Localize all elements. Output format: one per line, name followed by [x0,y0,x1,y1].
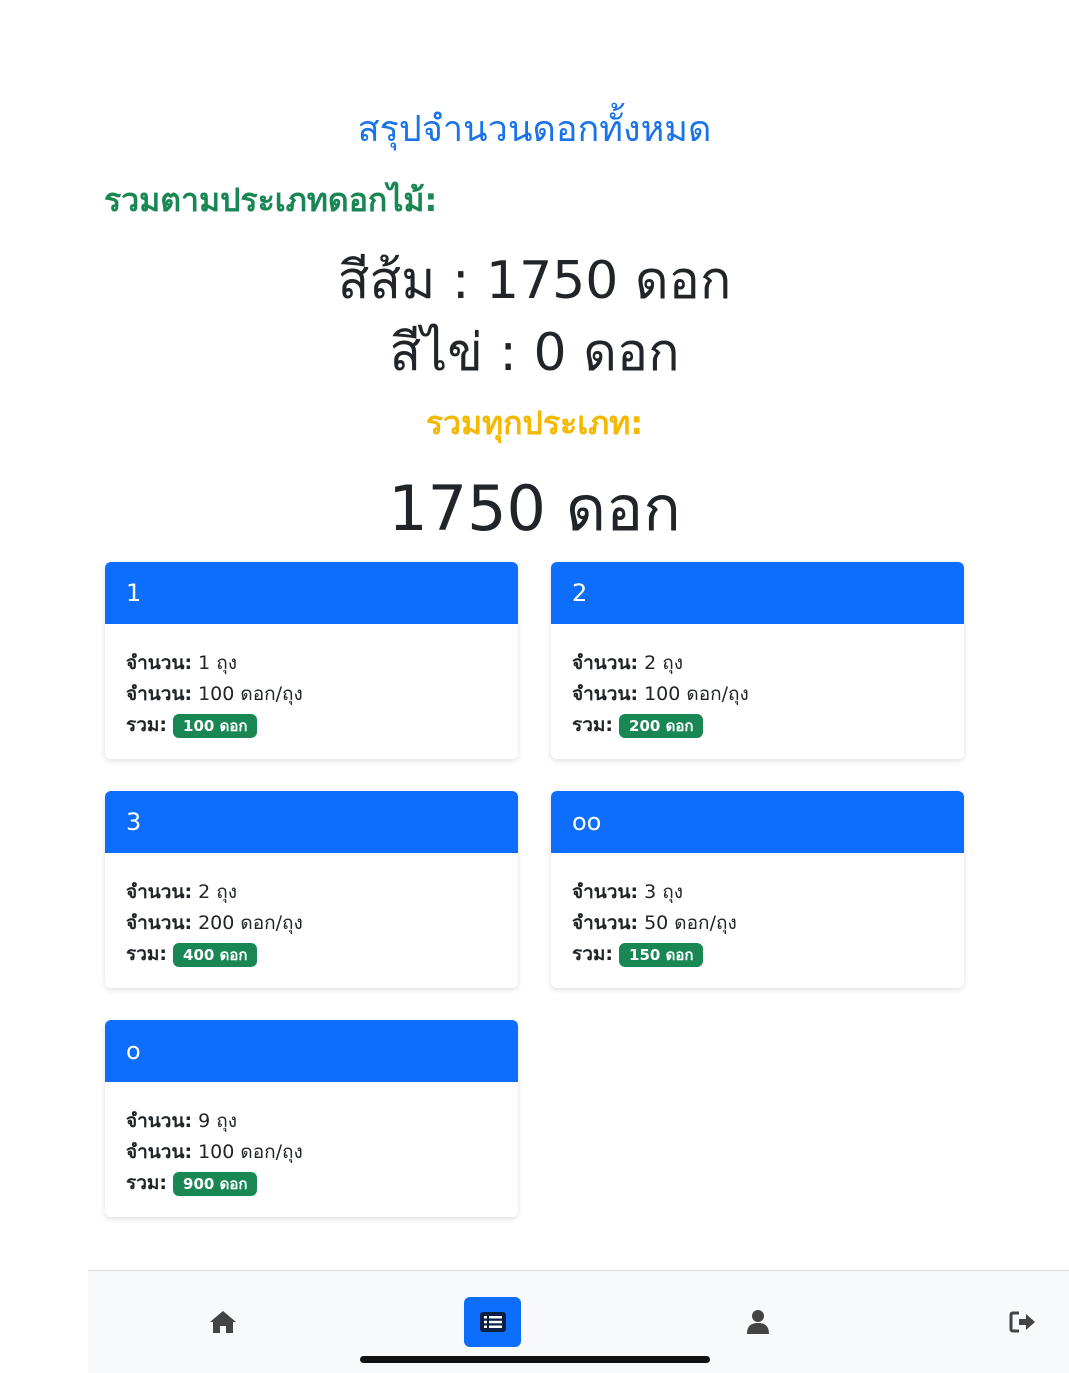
grand-total: 1750 ดอก [388,472,681,545]
total-badge: 900 ดอก [173,1171,258,1196]
summary-page: สรุปจำนวนดอกทั้งหมด รวมตามประเภทดอกไม้: … [0,0,1069,1373]
card-title: o [105,1020,518,1082]
bags-label: จำนวน: [572,881,639,903]
item-card: 2 จำนวน: 2 ถุง จำนวน: 100 ดอก/ถุง รวม: 2… [551,562,964,759]
by-type-label: รวมตามประเภทดอกไม้: [104,181,438,219]
per-bag-value: 100 ดอก/ถุง [644,683,749,705]
bags-label: จำนวน: [126,652,193,674]
all-types-label: รวมทุกประเภท: [425,404,644,442]
total-label: รวม: [126,714,167,736]
per-bag-label: จำนวน: [126,683,193,705]
per-bag-value: 100 ดอก/ถุง [198,683,303,705]
per-bag-label: จำนวน: [572,912,639,934]
total-row: รวม: 150 ดอก [572,939,943,970]
card-title: 2 [551,562,964,624]
item-card: oo จำนวน: 3 ถุง จำนวน: 50 ดอก/ถุง รวม: 1… [551,791,964,988]
per-bag-row: จำนวน: 100 ดอก/ถุง [126,679,497,710]
total-row: รวม: 200 ดอก [572,710,943,741]
card-title: oo [551,791,964,853]
bags-value: 3 ถุง [644,881,684,903]
bags-row: จำนวน: 9 ถุง [126,1106,497,1137]
total-badge: 100 ดอก [173,713,258,738]
nav-profile-button[interactable] [729,1297,786,1347]
total-label: รวม: [126,1172,167,1194]
bags-row: จำนวน: 1 ถุง [126,648,497,679]
bags-row: จำนวน: 3 ถุง [572,877,943,908]
type-total-orange: สีส้ม : 1750 ดอก [337,251,732,311]
item-card: 3 จำนวน: 2 ถุง จำนวน: 200 ดอก/ถุง รวม: 4… [105,791,518,988]
card-body: จำนวน: 2 ถุง จำนวน: 200 ดอก/ถุง รวม: 400… [105,853,518,988]
per-bag-value: 200 ดอก/ถุง [198,912,303,934]
user-icon [746,1310,769,1334]
bags-value: 2 ถุง [644,652,684,674]
bags-value: 1 ถุง [198,652,238,674]
total-label: รวม: [572,943,613,965]
total-row: รวม: 900 ดอก [126,1168,497,1199]
type-total-cream: สีไข่ : 0 ดอก [389,323,680,383]
total-badge: 200 ดอก [619,713,704,738]
per-bag-row: จำนวน: 200 ดอก/ถุง [126,908,497,939]
bags-label: จำนวน: [126,1110,193,1132]
card-title: 1 [105,562,518,624]
total-badge: 400 ดอก [173,942,258,967]
page-title: สรุปจำนวนดอกทั้งหมด [357,109,712,150]
bags-row: จำนวน: 2 ถุง [126,877,497,908]
total-row: รวม: 400 ดอก [126,939,497,970]
item-card: 1 จำนวน: 1 ถุง จำนวน: 100 ดอก/ถุง รวม: 1… [105,562,518,759]
total-badge: 150 ดอก [619,942,704,967]
bags-label: จำนวน: [126,881,193,903]
card-body: จำนวน: 9 ถุง จำนวน: 100 ดอก/ถุง รวม: 900… [105,1082,518,1217]
nav-home-button[interactable] [194,1297,251,1347]
per-bag-row: จำนวน: 50 ดอก/ถุง [572,908,943,939]
list-icon [479,1312,506,1332]
total-row: รวม: 100 ดอก [126,710,497,741]
card-body: จำนวน: 3 ถุง จำนวน: 50 ดอก/ถุง รวม: 150 … [551,853,964,988]
bags-row: จำนวน: 2 ถุง [572,648,943,679]
per-bag-label: จำนวน: [126,912,193,934]
card-body: จำนวน: 2 ถุง จำนวน: 100 ดอก/ถุง รวม: 200… [551,624,964,759]
card-body: จำนวน: 1 ถุง จำนวน: 100 ดอก/ถุง รวม: 100… [105,624,518,759]
bags-value: 9 ถุง [198,1110,238,1132]
home-icon [209,1311,236,1333]
total-label: รวม: [126,943,167,965]
bags-label: จำนวน: [572,652,639,674]
home-indicator [360,1356,710,1363]
item-card: o จำนวน: 9 ถุง จำนวน: 100 ดอก/ถุง รวม: 9… [105,1020,518,1217]
per-bag-value: 100 ดอก/ถุง [198,1141,303,1163]
bags-value: 2 ถุง [198,881,238,903]
total-label: รวม: [572,714,613,736]
per-bag-row: จำนวน: 100 ดอก/ถุง [126,1137,497,1168]
per-bag-value: 50 ดอก/ถุง [644,912,737,934]
card-title: 3 [105,791,518,853]
logout-icon [1009,1311,1035,1333]
nav-logout-button[interactable] [994,1297,1051,1347]
per-bag-label: จำนวน: [126,1141,193,1163]
card-grid: 1 จำนวน: 1 ถุง จำนวน: 100 ดอก/ถุง รวม: 1… [105,562,965,1217]
nav-list-button[interactable] [464,1297,521,1347]
per-bag-row: จำนวน: 100 ดอก/ถุง [572,679,943,710]
per-bag-label: จำนวน: [572,683,639,705]
